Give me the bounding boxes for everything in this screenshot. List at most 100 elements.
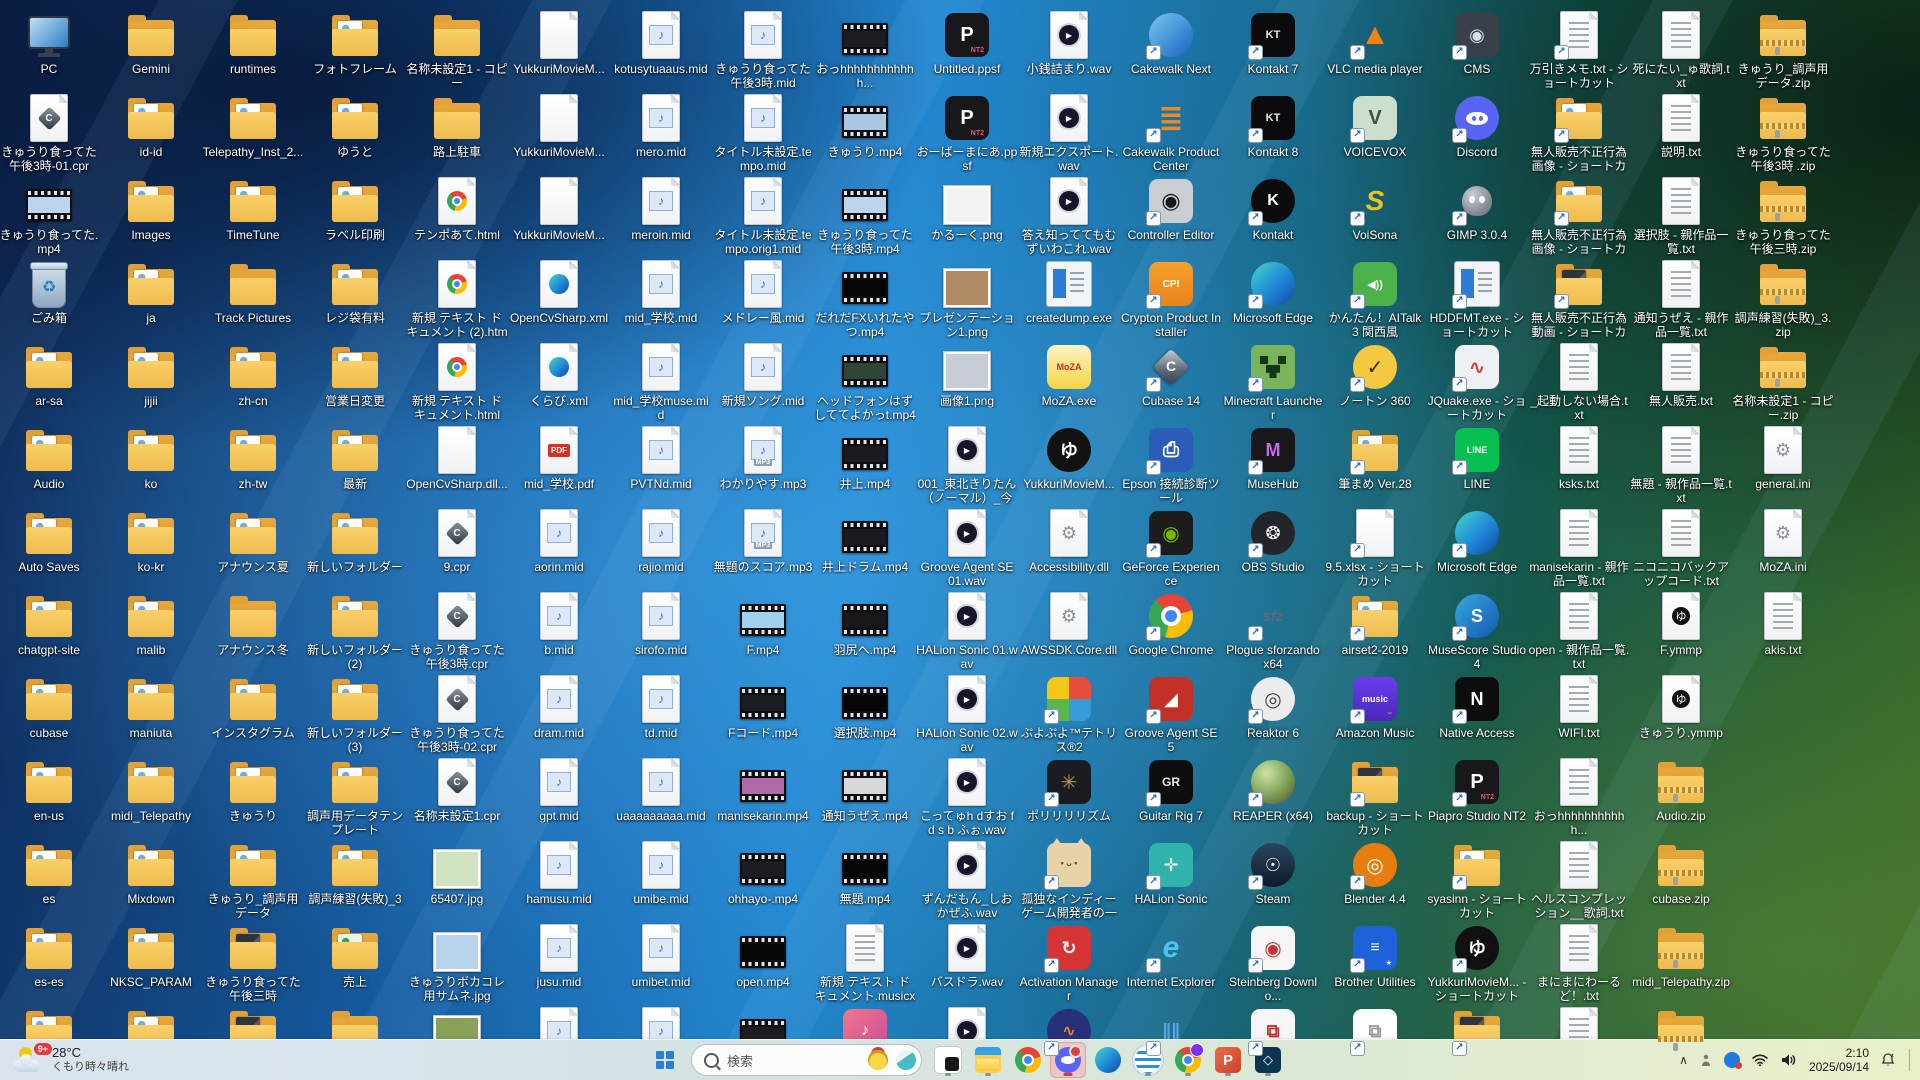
desktop-icon[interactable]: Gemini	[103, 10, 199, 92]
desktop-icon[interactable]: ▶ 新規エクスポート.wav	[1020, 93, 1118, 175]
desktop-icon[interactable]: かるーく.png	[919, 176, 1015, 258]
start-button[interactable]	[647, 1042, 683, 1078]
desktop-icon[interactable]: ♪ b.mid	[511, 591, 607, 673]
desktop-icon[interactable]: ◉ ↗ GeForce Experience	[1122, 508, 1220, 590]
desktop-icon[interactable]: music ⌣ ↗ Amazon Music	[1327, 674, 1423, 756]
taskbar-app-chrome-profile[interactable]	[1170, 1042, 1206, 1078]
desktop-icon[interactable]: ゆうと	[307, 93, 403, 175]
desktop-icon[interactable]: きゅうり_調声用データ.zip	[1735, 10, 1831, 92]
desktop-icon[interactable]: runtimes	[205, 10, 301, 92]
desktop-icon[interactable]: id-id	[103, 93, 199, 175]
desktop-icon[interactable]: KT ↗ Kontakt 8	[1225, 93, 1321, 175]
desktop-icon[interactable]: ♪ jusu.mid	[511, 923, 607, 1005]
desktop-icon[interactable]: cubase	[1, 674, 97, 756]
desktop-icon[interactable]: ↗ Google Chrome	[1123, 591, 1219, 673]
desktop-icon[interactable]: レジ袋有料	[307, 259, 403, 341]
desktop-icon[interactable]: きゅうり.mp4	[817, 93, 913, 175]
desktop-icon[interactable]: ❂ ↗ OBS Studio	[1225, 508, 1321, 590]
desktop-icon[interactable]: P NT2 おーばーまにあ.ppsf	[917, 93, 1017, 175]
taskbar-app-google-chrome[interactable]	[1010, 1042, 1046, 1078]
desktop-icon[interactable]: ゆ F.ymmp	[1633, 591, 1729, 673]
desktop-icon[interactable]: LINE ↗ LINE	[1429, 425, 1525, 507]
desktop-icon[interactable]: ↗ Microsoft Edge	[1225, 259, 1321, 341]
desktop-icon[interactable]: ♪ メドレー風.mid	[715, 259, 811, 341]
desktop-icon[interactable]: 新しいフォルダー (3)	[307, 674, 403, 756]
desktop-icon[interactable]: ↗ ぷよぷよ™テトリス®2	[1021, 674, 1117, 756]
desktop-icon[interactable]: Track Pictures	[205, 259, 301, 341]
notification-bell-dnd-icon[interactable]: z	[1880, 1052, 1896, 1068]
desktop-icon[interactable]: くらび.xml	[511, 342, 607, 424]
desktop-icon[interactable]: きゅうり食ってた午後三時	[205, 923, 301, 1005]
desktop-icon[interactable]: ♪ hamusu.mid	[511, 840, 607, 922]
desktop-icon[interactable]: akis.txt	[1735, 591, 1831, 673]
desktop-icon[interactable]: ↗ 9.5.xlsx - ショートカット	[1325, 508, 1425, 590]
desktop-icon[interactable]: ⚙ AWSSDK.Core.dll	[1021, 591, 1117, 673]
taskbar-app-powerpoint[interactable]: P	[1210, 1042, 1246, 1078]
desktop-icon[interactable]: ✛ ↗ HALion Sonic	[1123, 840, 1219, 922]
desktop-icon[interactable]: V ↗ VOICEVOX	[1327, 93, 1423, 175]
desktop-icon[interactable]: 井上.mp4	[817, 425, 913, 507]
desktop-icon[interactable]: きゅうり食ってた.mp4	[0, 176, 98, 258]
desktop-icon[interactable]: 路上駐車	[409, 93, 505, 175]
desktop-icon[interactable]: ♪ kotusytuaaus.mid	[613, 10, 709, 92]
desktop-icon[interactable]: ◎ ↗ Blender 4.4	[1327, 840, 1423, 922]
desktop-icon[interactable]: ▶ バスドラ.wav	[919, 923, 1015, 1005]
desktop-icon[interactable]: cubase.zip	[1633, 840, 1729, 922]
desktop-icon[interactable]: YukkuriMovieM...	[511, 176, 607, 258]
desktop-icon[interactable]: jijii	[103, 342, 199, 424]
desktop-icon[interactable]: ♪ MP3 わかりやす.mp3	[715, 425, 811, 507]
desktop-icon[interactable]: sfz ↗ Plogue sforzando x64	[1225, 591, 1321, 673]
desktop-icon[interactable]: manisekarin - 親作品一覧.txt	[1529, 508, 1629, 590]
desktop-icon[interactable]: Auto Saves	[1, 508, 97, 590]
desktop-icon[interactable]: maniuta	[103, 674, 199, 756]
desktop-icon[interactable]: ▲ ↗ VLC media player	[1327, 10, 1423, 92]
desktop-icon[interactable]: ✳ ↗ ポリリリリズム	[1021, 757, 1117, 839]
desktop-icon[interactable]: en-us	[1, 757, 97, 839]
desktop-icon[interactable]: ♪ mid_学校.mid	[613, 259, 709, 341]
desktop-icon[interactable]: ↗ 筆まめ Ver.28	[1327, 425, 1423, 507]
desktop-icon[interactable]: テンポあて.html	[409, 176, 505, 258]
desktop-icon[interactable]: 通知うぜえ - 親作品一覧.txt	[1633, 259, 1729, 341]
desktop-icon[interactable]: ▶ HALion Sonic 02.wav	[916, 674, 1018, 756]
desktop-icon[interactable]: PC	[1, 10, 97, 92]
desktop-icon[interactable]: ↗ syasinn - ショートカット	[1427, 840, 1527, 922]
desktop-icon[interactable]: ko-kr	[103, 508, 199, 590]
desktop-icon[interactable]: ohhayo-.mp4	[715, 840, 811, 922]
desktop-icon[interactable]: ヘッドフォンはずしててよかっt.mp4	[814, 342, 916, 424]
desktop-icon[interactable]: ♻ ごみ箱	[1, 259, 97, 341]
desktop-icon[interactable]: ar-sa	[1, 342, 97, 424]
desktop-icon[interactable]: open - 親作品一覧.txt	[1529, 591, 1629, 673]
desktop-icon[interactable]: 65407.jpg	[409, 840, 505, 922]
desktop-icon[interactable]: C 名称未設定1.cpr	[409, 757, 505, 839]
desktop-icon[interactable]: ↗ Cakewalk Next	[1123, 10, 1219, 92]
desktop-icon[interactable]: 調声用データテンプレート	[307, 757, 403, 839]
desktop-icon[interactable]: C きゅうり食ってた午後3時.cpr	[409, 591, 505, 673]
desktop-icon[interactable]: 選択肢.mp4	[817, 674, 913, 756]
desktop-icon[interactable]: ▶ 小銭詰まり.wav	[1021, 10, 1117, 92]
desktop-icon[interactable]: ↗ airset2-2019	[1327, 591, 1423, 673]
desktop-icon[interactable]: es	[1, 840, 97, 922]
desktop-icon[interactable]: きゅうりボカコレ用サムネ.jpg	[409, 923, 505, 1005]
desktop-icon[interactable]: おっhhhhhhhhhhh...	[1531, 757, 1627, 839]
desktop-icon[interactable]: きゅうり食ってた午後3時.mp4	[817, 176, 913, 258]
desktop-icon[interactable]: ◉ ↗ Controller Editor	[1123, 176, 1219, 258]
desktop-icon[interactable]: きゅうり食ってた午後3時 .zip	[1735, 93, 1831, 175]
desktop-icon[interactable]: ◢ ↗ Groove Agent SE 5	[1123, 674, 1219, 756]
desktop-icon[interactable]: ▶ 答え知っててもむずいわこれ.wav	[1021, 176, 1117, 258]
desktop-icon[interactable]: 選択肢 - 親作品一覧.txt	[1633, 176, 1729, 258]
desktop-icon[interactable]: ↗ 無人販売不正行為画像 - ショートカット	[1531, 176, 1627, 258]
desktop-icon[interactable]: ≣ ↗ Cakewalk Product Center	[1123, 93, 1220, 175]
desktop-icon[interactable]: createdump.exe	[1021, 259, 1117, 341]
desktop-icon[interactable]: KT ↗ Kontakt 7	[1225, 10, 1321, 92]
desktop-icon[interactable]: ↗ 無人販売不正行為画像 - ショートカッ...	[1531, 93, 1627, 175]
desktop-icon[interactable]: きゅうり食ってた午後三時.zip	[1735, 176, 1831, 258]
desktop-icon[interactable]: open.mp4	[715, 923, 811, 1005]
desktop-icon[interactable]: ⎙ ↗ Epson 接続診断ツール	[1122, 425, 1220, 507]
desktop-icon[interactable]: ▶ HALion Sonic 01.wav	[916, 591, 1018, 673]
desktop-icon[interactable]: ♪ mero.mid	[613, 93, 709, 175]
desktop-icon[interactable]: ♪ タイトル未設定.tempo.mid	[714, 93, 812, 175]
desktop-icon[interactable]: zh-tw	[205, 425, 301, 507]
desktop-icon[interactable]: Telepathy_Inst_2...	[203, 93, 303, 175]
desktop-icon[interactable]: きゅうり	[205, 757, 301, 839]
taskbar-app-microsoft-edge[interactable]	[1090, 1042, 1126, 1078]
